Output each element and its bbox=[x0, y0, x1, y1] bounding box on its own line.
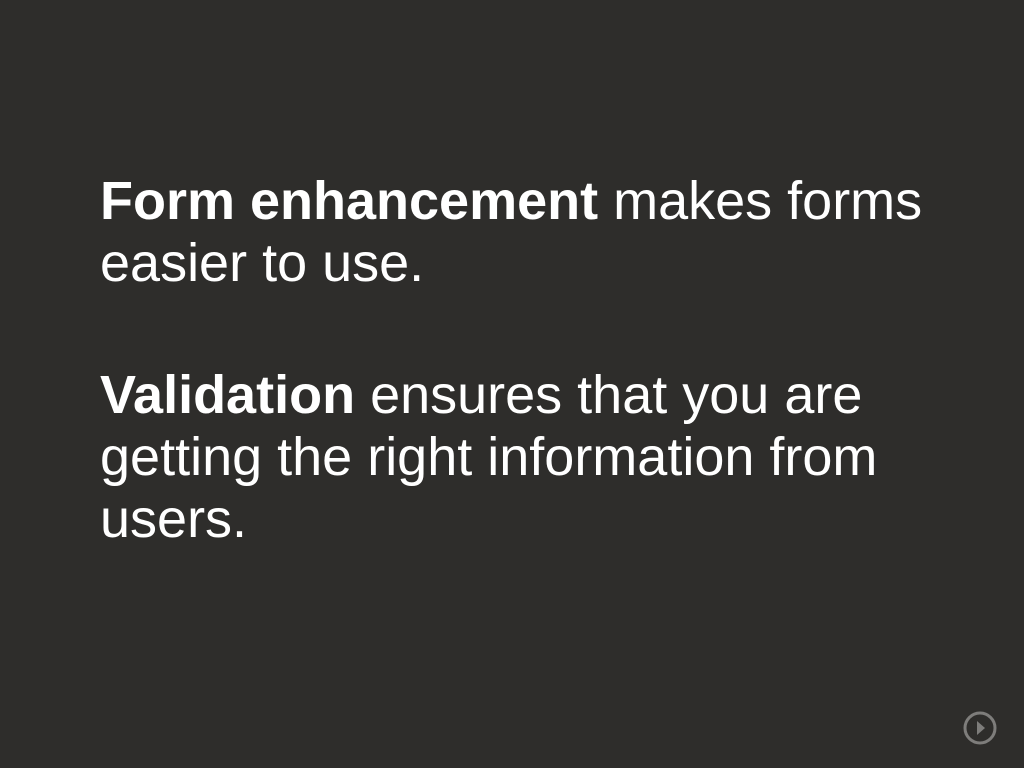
slide: Form enhancement makes forms easier to u… bbox=[0, 0, 1024, 768]
paragraph-1-bold: Form enhancement bbox=[100, 171, 598, 231]
paragraph-2-bold: Validation bbox=[100, 365, 355, 425]
paragraph-2: Validation ensures that you are getting … bbox=[100, 364, 924, 550]
next-button[interactable] bbox=[962, 710, 998, 746]
paragraph-1: Form enhancement makes forms easier to u… bbox=[100, 170, 924, 294]
arrow-right-circle-icon bbox=[963, 711, 997, 745]
